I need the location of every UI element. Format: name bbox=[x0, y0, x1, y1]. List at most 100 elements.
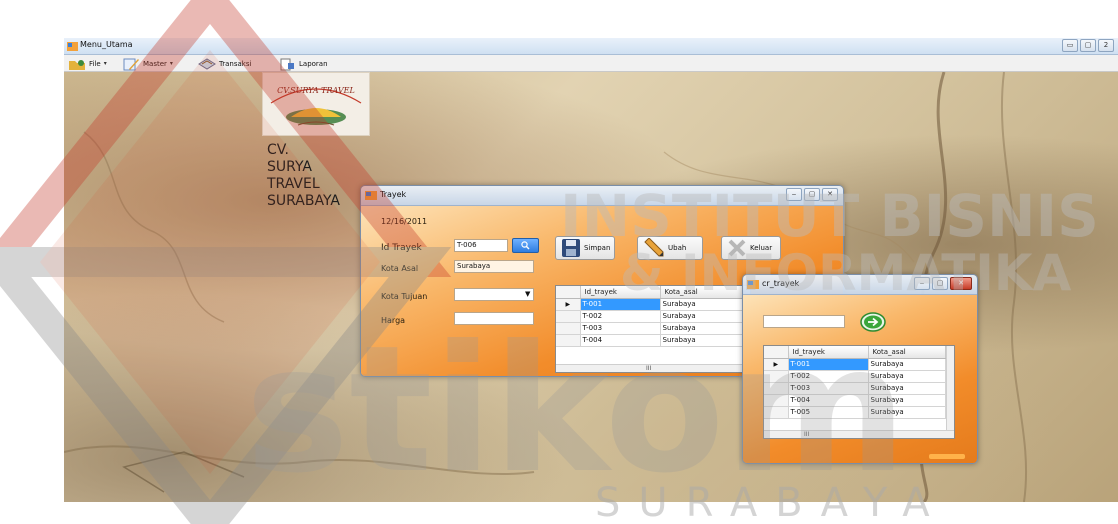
exit-x-icon bbox=[728, 239, 746, 257]
row-header bbox=[556, 310, 581, 323]
notepad-icon bbox=[123, 58, 139, 70]
id-trayek-label: Id Trayek bbox=[381, 243, 422, 253]
cr-trayek-dialog: cr_trayek ‒ ▢ ✕ Id_trayek Kota_asal ▶ T-… bbox=[742, 274, 978, 464]
maximize-button[interactable]: ▢ bbox=[804, 188, 820, 201]
folder-icon bbox=[69, 59, 85, 70]
company-name-line: CV. bbox=[267, 142, 289, 158]
trayek-caption-buttons: ‒ ▢ ✕ bbox=[786, 188, 838, 201]
menu-master-label: Master bbox=[143, 59, 167, 68]
row-header bbox=[764, 370, 789, 383]
menu-laporan[interactable]: Laporan bbox=[278, 56, 328, 71]
close-button[interactable]: 2 bbox=[1098, 39, 1114, 52]
table-row[interactable]: T-002 Surabaya bbox=[556, 310, 744, 323]
cell-kota[interactable]: Surabaya bbox=[660, 310, 744, 323]
column-header-kota[interactable]: Kota_asal bbox=[660, 286, 744, 299]
cr-trayek-body: Id_trayek Kota_asal ▶ T-001 Surabaya T-0… bbox=[743, 295, 977, 463]
menu-file-label: File bbox=[89, 59, 101, 68]
table-row[interactable]: T-003 Surabaya bbox=[556, 322, 744, 335]
table-row[interactable]: ▶ T-001 Surabaya bbox=[764, 358, 946, 371]
horizontal-scrollbar[interactable]: III bbox=[556, 364, 750, 372]
book-icon bbox=[198, 57, 216, 70]
row-header bbox=[764, 394, 789, 407]
cell-id[interactable]: T-004 bbox=[580, 334, 661, 347]
simpan-button[interactable]: Simpan bbox=[555, 236, 615, 260]
menu-master[interactable]: Master ▾ bbox=[122, 56, 173, 71]
window-title: Menu_Utama bbox=[80, 40, 133, 49]
cell-id[interactable]: T-005 bbox=[788, 406, 869, 419]
maximize-button[interactable]: ▢ bbox=[932, 277, 948, 290]
column-header-kota[interactable]: Kota_asal bbox=[868, 346, 946, 359]
table-row[interactable]: T-004 Surabaya bbox=[556, 334, 744, 347]
row-pointer-icon: ▶ bbox=[764, 358, 789, 371]
table-row[interactable]: T-002 Surabaya bbox=[764, 370, 946, 383]
cell-kota[interactable]: Surabaya bbox=[868, 370, 946, 383]
keluar-label: Keluar bbox=[750, 244, 773, 252]
minimize-button[interactable]: ▭ bbox=[1062, 39, 1078, 52]
cell-id[interactable]: T-002 bbox=[788, 370, 869, 383]
id-trayek-field[interactable]: T-006 bbox=[454, 239, 508, 252]
harga-field[interactable] bbox=[454, 312, 534, 325]
table-row[interactable]: T-004 Surabaya bbox=[764, 394, 946, 407]
menu-bar: File ▾ Master ▾ Transaksi Laporan bbox=[64, 55, 1118, 72]
ubah-button[interactable]: Ubah bbox=[637, 236, 703, 260]
minimize-button[interactable]: ‒ bbox=[914, 277, 930, 290]
cell-id[interactable]: T-001 bbox=[580, 298, 661, 311]
row-header bbox=[556, 334, 581, 347]
search-field[interactable] bbox=[763, 315, 845, 328]
keluar-button[interactable]: Keluar bbox=[721, 236, 781, 260]
main-titlebar[interactable]: Menu_Utama ▭ ▢ 2 bbox=[64, 38, 1118, 55]
column-header-id[interactable]: Id_trayek bbox=[788, 346, 869, 359]
harga-label: Harga bbox=[381, 316, 406, 325]
table-row[interactable]: T-005 Surabaya bbox=[764, 406, 946, 419]
cell-id[interactable]: T-003 bbox=[788, 382, 869, 395]
chevron-down-icon: ▾ bbox=[103, 60, 107, 67]
cell-kota[interactable]: Surabaya bbox=[868, 394, 946, 407]
menu-transaksi-label: Transaksi bbox=[219, 59, 252, 68]
date-label: 12/16/2011 bbox=[381, 217, 428, 226]
menu-file[interactable]: File ▾ bbox=[68, 56, 107, 71]
logo-image-text: CV.SURYA TRAVEL bbox=[277, 86, 355, 95]
scroll-thumb-grip: III bbox=[646, 365, 652, 372]
logo-emblem: CV.SURYA TRAVEL bbox=[270, 86, 362, 126]
search-button[interactable] bbox=[512, 238, 539, 253]
row-pointer-icon: ▶ bbox=[556, 298, 581, 311]
close-button[interactable]: ✕ bbox=[822, 188, 838, 201]
kota-tujuan-select[interactable] bbox=[454, 288, 534, 301]
row-header bbox=[764, 382, 789, 395]
cr-trayek-titlebar[interactable]: cr_trayek ‒ ▢ ✕ bbox=[743, 275, 977, 295]
column-header-id[interactable]: Id_trayek bbox=[580, 286, 661, 299]
minimize-button[interactable]: ‒ bbox=[786, 188, 802, 201]
cell-id[interactable]: T-001 bbox=[788, 358, 869, 371]
cell-kota[interactable]: Surabaya bbox=[868, 382, 946, 395]
chevron-down-icon: ▼ bbox=[525, 290, 531, 298]
cell-kota[interactable]: Surabaya bbox=[660, 334, 744, 347]
kota-asal-label: Kota Asal bbox=[381, 264, 419, 273]
cell-id[interactable]: T-004 bbox=[788, 394, 869, 407]
menu-laporan-label: Laporan bbox=[299, 59, 328, 68]
menu-transaksi[interactable]: Transaksi bbox=[198, 56, 251, 71]
cell-kota[interactable]: Surabaya bbox=[660, 298, 744, 311]
kota-asal-field[interactable]: Surabaya bbox=[454, 260, 534, 273]
close-button[interactable]: ✕ bbox=[950, 277, 972, 290]
maximize-button[interactable]: ▢ bbox=[1080, 39, 1096, 52]
cell-kota[interactable]: Surabaya bbox=[660, 322, 744, 335]
table-row[interactable]: T-003 Surabaya bbox=[764, 382, 946, 395]
search-icon bbox=[521, 241, 530, 250]
go-arrow-icon[interactable] bbox=[860, 312, 886, 332]
company-logo: CV.SURYA TRAVEL bbox=[262, 72, 370, 136]
trayek-data-grid[interactable]: Id_trayek Kota_asal ▶ T-001 Surabaya T-0… bbox=[555, 285, 751, 373]
horizontal-scrollbar[interactable]: III bbox=[764, 430, 954, 438]
row-header-corner bbox=[764, 346, 789, 359]
cell-id[interactable]: T-003 bbox=[580, 322, 661, 335]
table-row[interactable]: ▶ T-001 Surabaya bbox=[556, 298, 744, 311]
cell-kota[interactable]: Surabaya bbox=[868, 358, 946, 371]
trayek-titlebar[interactable]: Trayek ‒ ▢ ✕ bbox=[361, 186, 843, 206]
cell-kota[interactable]: Surabaya bbox=[868, 406, 946, 419]
cr-trayek-data-grid[interactable]: Id_trayek Kota_asal ▶ T-001 Surabaya T-0… bbox=[763, 345, 955, 439]
cr-caption-buttons: ‒ ▢ ✕ bbox=[914, 277, 972, 290]
resize-grip[interactable] bbox=[929, 454, 965, 459]
trayek-title: Trayek bbox=[380, 190, 407, 199]
vertical-scrollbar[interactable] bbox=[946, 346, 954, 430]
row-header-corner bbox=[556, 286, 581, 299]
cell-id[interactable]: T-002 bbox=[580, 310, 661, 323]
